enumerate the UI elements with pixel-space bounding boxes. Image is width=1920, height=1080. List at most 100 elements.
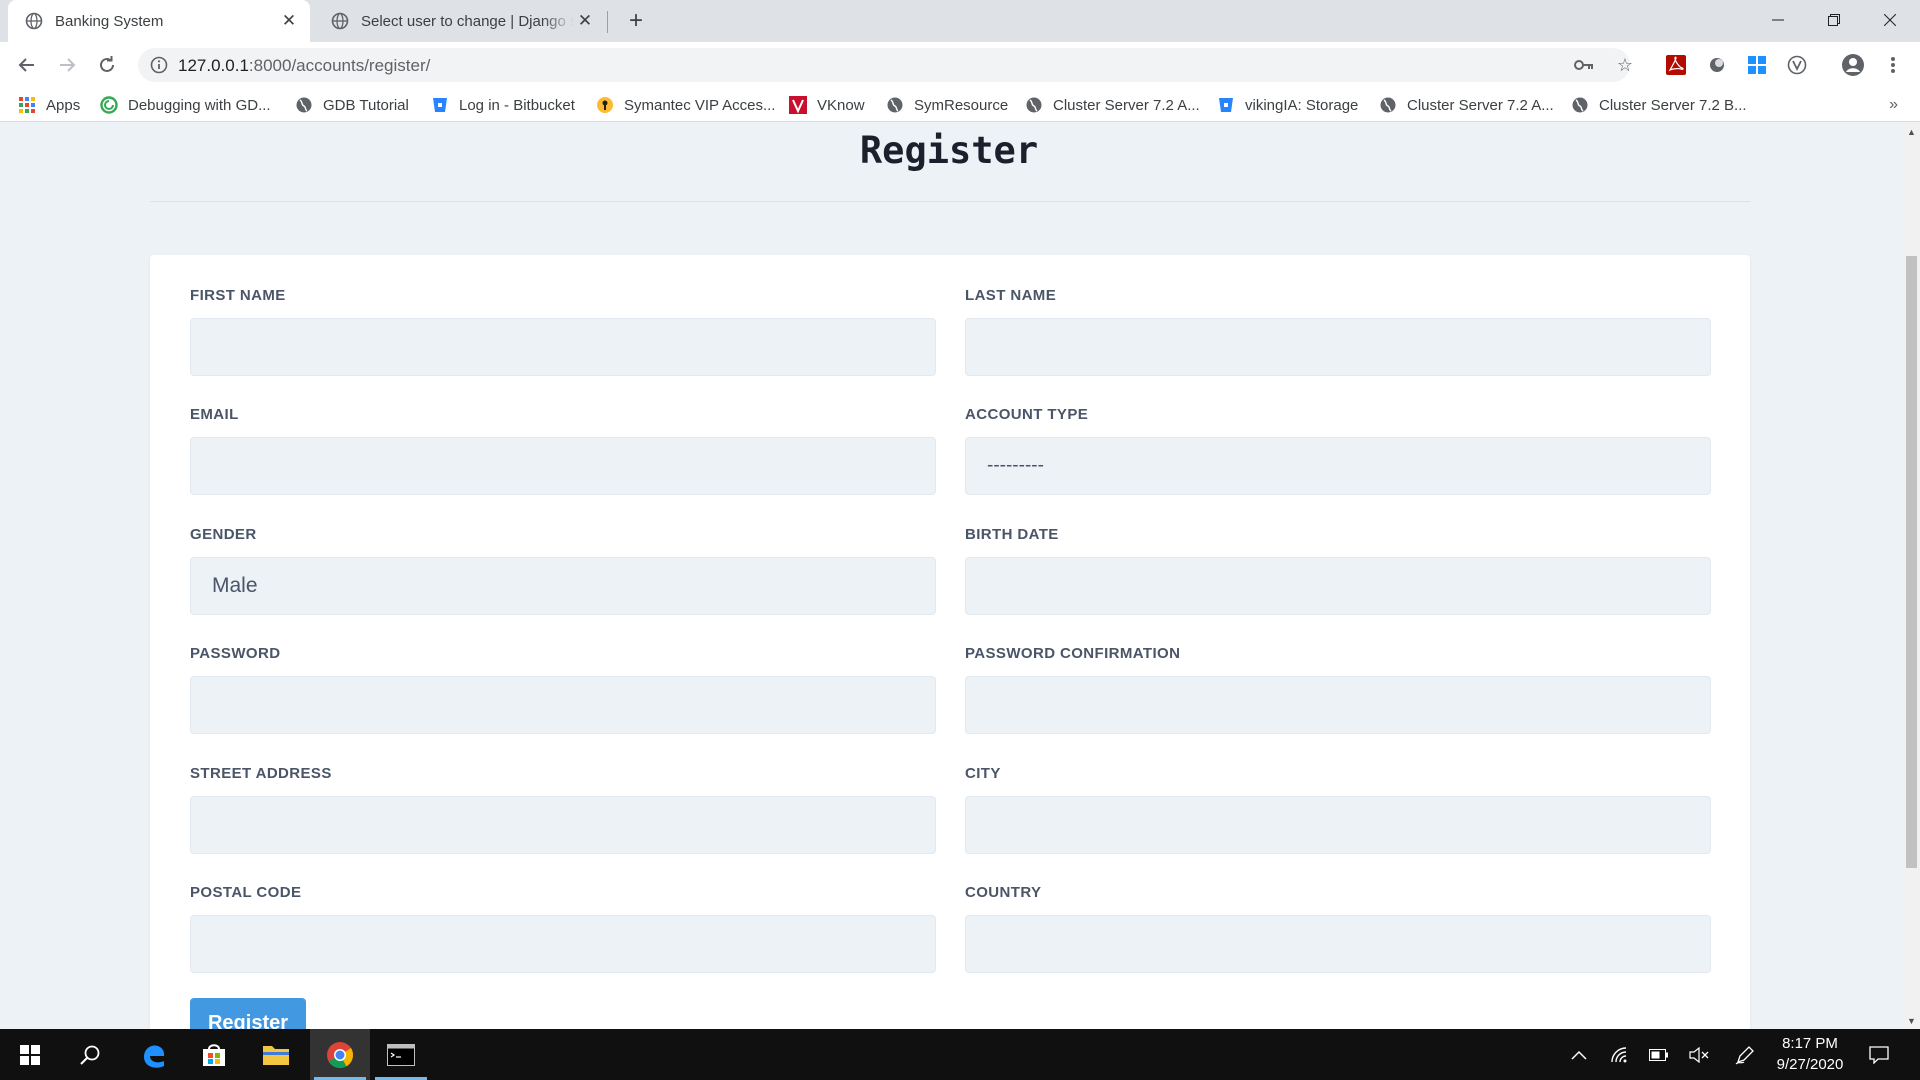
bookmark-item[interactable]: SymResource xyxy=(886,94,1008,116)
pen-icon[interactable] xyxy=(1734,1044,1756,1066)
bookmark-item[interactable]: GDB Tutorial xyxy=(295,94,409,116)
city-label: CITY xyxy=(965,765,1001,782)
url-host: 127.0.0.1 xyxy=(178,56,249,75)
bookmark-item[interactable]: VKnow xyxy=(789,94,865,116)
search-icon xyxy=(80,1045,100,1065)
register-button[interactable]: Register xyxy=(190,998,306,1029)
edge-app[interactable] xyxy=(124,1029,184,1080)
page-title: Register xyxy=(859,129,1039,172)
page-viewport: Register FIRST NAME LAST NAME EMAIL ACCO… xyxy=(0,123,1903,1029)
bookmark-apps[interactable]: Apps xyxy=(18,94,80,116)
forward-button[interactable] xyxy=(53,51,81,79)
bookmark-item[interactable]: Cluster Server 7.2 B... xyxy=(1571,94,1747,116)
bookmark-label: GDB Tutorial xyxy=(323,96,409,114)
birth-date-input[interactable] xyxy=(965,557,1711,615)
bookmark-item[interactable]: Symantec VIP Acces... xyxy=(596,94,775,116)
city-input[interactable] xyxy=(965,796,1711,854)
file-explorer-app[interactable] xyxy=(246,1029,306,1080)
bitbucket-icon xyxy=(431,96,449,114)
green-circle-icon xyxy=(100,96,118,114)
bookmark-item[interactable]: vikingIA: Storage xyxy=(1217,94,1358,116)
password-label: PASSWORD xyxy=(190,645,281,662)
minimize-button[interactable] xyxy=(1750,0,1806,40)
bitbucket-icon xyxy=(1217,96,1235,114)
register-form: FIRST NAME LAST NAME EMAIL ACCOUNT TYPE … xyxy=(150,255,1750,1029)
password-confirmation-input[interactable] xyxy=(965,676,1711,734)
street-address-group: STREET ADDRESS xyxy=(190,765,936,854)
restore-button[interactable] xyxy=(1806,0,1862,40)
chrome-app[interactable] xyxy=(310,1029,370,1080)
store-app[interactable] xyxy=(184,1029,244,1080)
v-extension-icon[interactable] xyxy=(1786,54,1808,76)
notifications-icon[interactable] xyxy=(1868,1044,1890,1066)
gender-select[interactable]: Male xyxy=(190,557,936,615)
battery-icon[interactable] xyxy=(1648,1044,1670,1066)
page-scrollbar[interactable]: ▲ ▼ xyxy=(1903,123,1920,1029)
circle-extension-icon[interactable] xyxy=(1706,54,1728,76)
acrobat-extension-icon[interactable] xyxy=(1665,54,1687,76)
close-icon[interactable]: ✕ xyxy=(278,10,300,32)
back-button[interactable] xyxy=(13,51,41,79)
first-name-group: FIRST NAME xyxy=(190,287,936,376)
windows-extension-icon[interactable] xyxy=(1746,54,1768,76)
globe-icon xyxy=(1571,96,1589,114)
globe-icon xyxy=(886,96,904,114)
network-icon[interactable] xyxy=(1608,1044,1630,1066)
chevron-up-icon[interactable] xyxy=(1568,1044,1590,1066)
new-tab-button[interactable]: + xyxy=(622,7,650,34)
key-icon[interactable] xyxy=(1574,55,1594,75)
account-type-group: ACCOUNT TYPE --------- xyxy=(965,406,1711,495)
email-input[interactable] xyxy=(190,437,936,495)
vknow-icon xyxy=(789,96,807,114)
reload-icon xyxy=(100,56,114,72)
tab-banking-system[interactable]: Banking System ✕ xyxy=(8,0,310,42)
info-icon[interactable] xyxy=(150,56,168,74)
password-input[interactable] xyxy=(190,676,936,734)
windows-logo-icon xyxy=(20,1044,40,1065)
system-clock[interactable]: 8:17 PM 9/27/2020 xyxy=(1768,1033,1852,1075)
postal-code-input[interactable] xyxy=(190,915,936,973)
scroll-down-icon[interactable]: ▼ xyxy=(1903,1012,1920,1029)
volume-muted-icon[interactable] xyxy=(1688,1044,1710,1066)
account-type-label: ACCOUNT TYPE xyxy=(965,406,1089,423)
bookmark-item[interactable]: Cluster Server 7.2 A... xyxy=(1025,94,1200,116)
window-close-button[interactable] xyxy=(1862,0,1918,40)
chrome-icon xyxy=(327,1041,354,1068)
more-vert-icon[interactable] xyxy=(1882,54,1904,76)
terminal-icon xyxy=(387,1043,415,1066)
tab-django-admin[interactable]: Select user to change | Django site admi… xyxy=(314,0,606,42)
start-button[interactable] xyxy=(0,1029,60,1080)
tab-divider xyxy=(607,11,608,33)
address-bar[interactable]: 127.0.0.1:8000/accounts/register/ ☆ xyxy=(138,48,1633,82)
account-type-select[interactable]: --------- xyxy=(965,437,1711,495)
password-group: PASSWORD xyxy=(190,645,936,734)
bookmark-item[interactable]: Debugging with GD... xyxy=(100,94,271,116)
apps-grid-icon xyxy=(18,96,36,114)
store-icon xyxy=(203,1043,225,1066)
close-icon xyxy=(1884,14,1896,26)
scrollbar-thumb[interactable] xyxy=(1906,256,1917,868)
scroll-up-icon[interactable]: ▲ xyxy=(1903,123,1920,140)
windows-taskbar: 8:17 PM 9/27/2020 xyxy=(0,1029,1920,1080)
postal-code-group: POSTAL CODE xyxy=(190,884,936,973)
reload-button[interactable] xyxy=(93,51,121,79)
clock-date: 9/27/2020 xyxy=(1776,1056,1844,1073)
url-text[interactable]: 127.0.0.1:8000/accounts/register/ xyxy=(178,56,430,76)
divider xyxy=(150,201,1750,202)
globe-icon xyxy=(295,96,313,114)
country-input[interactable] xyxy=(965,915,1711,973)
globe-icon xyxy=(331,12,349,30)
star-icon[interactable]: ☆ xyxy=(1615,55,1635,75)
close-icon[interactable]: ✕ xyxy=(574,10,596,32)
last-name-input[interactable] xyxy=(965,318,1711,376)
search-button[interactable] xyxy=(60,1029,120,1080)
street-address-input[interactable] xyxy=(190,796,936,854)
first-name-label: FIRST NAME xyxy=(190,287,286,304)
terminal-app[interactable] xyxy=(371,1029,431,1080)
first-name-input[interactable] xyxy=(190,318,936,376)
bookmark-item[interactable]: Log in - Bitbucket xyxy=(431,94,575,116)
profile-avatar-icon[interactable] xyxy=(1841,53,1865,77)
more-bookmarks-button[interactable]: » xyxy=(1889,96,1898,114)
country-group: COUNTRY xyxy=(965,884,1711,973)
bookmark-item[interactable]: Cluster Server 7.2 A... xyxy=(1379,94,1554,116)
